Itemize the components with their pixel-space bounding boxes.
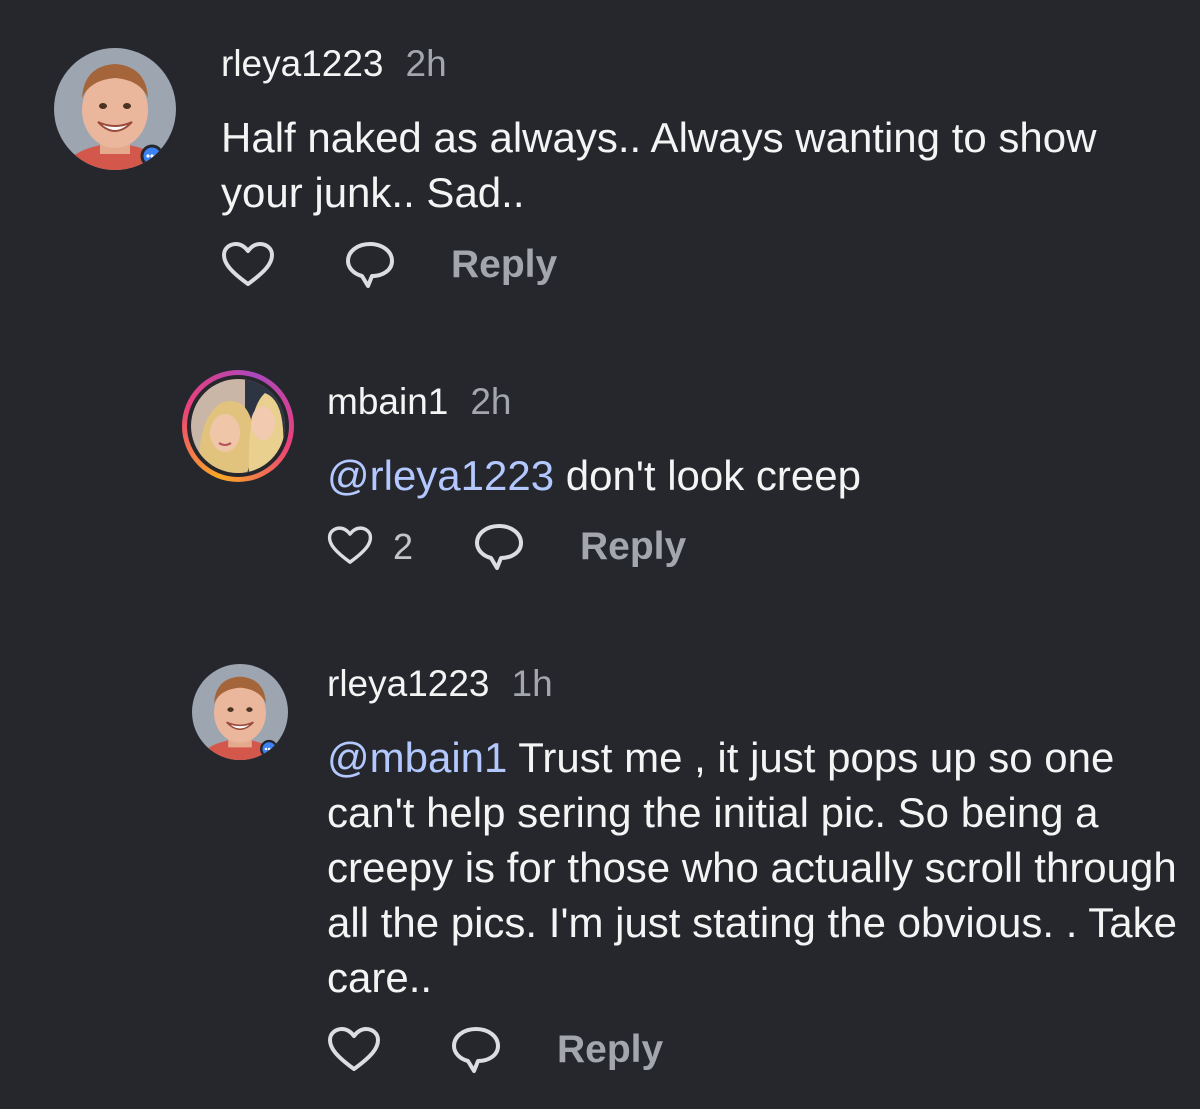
comment-bubble-icon[interactable] <box>474 523 524 571</box>
avatar-boy-photo-icon <box>54 48 176 170</box>
comment-bubble-icon[interactable] <box>451 1026 501 1074</box>
comment-body: don't look creep <box>554 452 861 499</box>
comment-actions: Reply <box>327 1026 747 1074</box>
comment-actions: 2 Reply <box>327 523 747 571</box>
avatar-boy-photo-icon <box>192 664 288 760</box>
reply-button[interactable]: Reply <box>451 241 557 289</box>
comment: rleya1223 2h Half naked as always.. Alway… <box>0 0 1200 310</box>
timestamp: 1h <box>511 663 553 704</box>
username[interactable]: rleya1223 <box>327 663 490 704</box>
comment-bubble-icon[interactable] <box>345 241 395 289</box>
comment-actions: Reply <box>221 241 621 289</box>
avatar-two-women-photo-icon <box>191 379 285 473</box>
avatar[interactable] <box>54 48 176 170</box>
comment-text: Half naked as always.. Always wanting to… <box>221 110 1121 220</box>
timestamp: 2h <box>405 43 447 84</box>
reply-button[interactable]: Reply <box>557 1026 663 1074</box>
comment-text: @rleya1223 don't look creep <box>327 448 1167 503</box>
heart-icon[interactable] <box>327 523 373 569</box>
comment-header: mbain1 2h <box>327 380 512 424</box>
timestamp: 2h <box>470 381 512 422</box>
avatar[interactable] <box>192 664 288 760</box>
comment-text: @mbain1 Trust me , it just pops up so on… <box>327 730 1177 1005</box>
username[interactable]: mbain1 <box>327 381 448 422</box>
like-count: 2 <box>393 526 414 567</box>
heart-icon[interactable] <box>327 1026 381 1074</box>
reply-button[interactable]: Reply <box>580 523 686 571</box>
mention-link[interactable]: @rleya1223 <box>327 452 554 499</box>
mention-link[interactable]: @mbain1 <box>327 734 507 781</box>
comment-header: rleya1223 2h <box>221 42 447 86</box>
comment: rleya1223 1h @mbain1 Trust me , it just p… <box>0 640 1200 1100</box>
comment-body: Half naked as always.. Always wanting to… <box>221 114 1097 216</box>
avatar[interactable] <box>191 379 285 473</box>
comment: mbain1 2h @rleya1223 don't look creep 2 R… <box>0 330 1200 620</box>
story-ring[interactable] <box>182 370 294 482</box>
username[interactable]: rleya1223 <box>221 43 384 84</box>
comment-header: rleya1223 1h <box>327 662 553 706</box>
heart-icon[interactable] <box>221 241 275 289</box>
